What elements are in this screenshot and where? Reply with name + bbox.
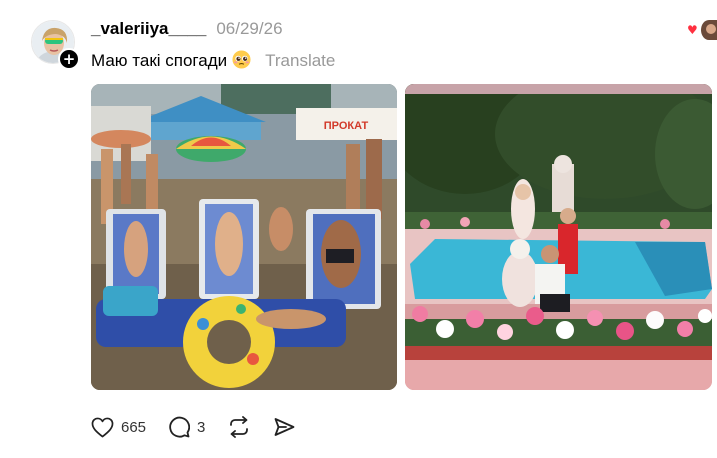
post-caption: Маю такі спогади Translate (91, 50, 335, 71)
like-button[interactable]: 665 (91, 417, 146, 438)
beach-photo[interactable]: ПРОКАТ (91, 84, 397, 390)
plus-icon[interactable]: + (58, 48, 80, 70)
thread-post: + _valeriiya____ 06/29/26 ♥ Маю такі спо… (0, 0, 717, 458)
pleading-face-emoji (232, 50, 251, 69)
post-timestamp[interactable]: 06/29/26 (216, 19, 282, 39)
repost-icon (230, 416, 249, 438)
heart-icon: ♥ (687, 23, 698, 37)
repost-button[interactable] (227, 416, 251, 438)
author-avatar-container[interactable]: + (31, 20, 80, 70)
like-count: 665 (121, 418, 147, 436)
comment-icon (169, 416, 191, 438)
action-bar: 665 3 (91, 414, 317, 440)
rental-sign-text: ПРОКАТ (324, 120, 369, 132)
liker-avatar[interactable] (701, 20, 717, 40)
share-button[interactable] (273, 416, 295, 438)
send-icon (274, 418, 295, 436)
pool-photo[interactable] (405, 84, 712, 390)
translate-link[interactable]: Translate (265, 51, 335, 71)
caption-text: Маю такі спогади (91, 50, 251, 71)
heart-icon (91, 417, 114, 437)
post-header: _valeriiya____ 06/29/26 (91, 19, 283, 39)
reply-button[interactable]: 3 (168, 416, 205, 438)
liked-by-indicator: ♥ (687, 20, 717, 40)
caption-words: Маю такі спогади (91, 51, 228, 70)
username[interactable]: _valeriiya____ (91, 19, 206, 39)
reply-count: 3 (197, 418, 206, 436)
